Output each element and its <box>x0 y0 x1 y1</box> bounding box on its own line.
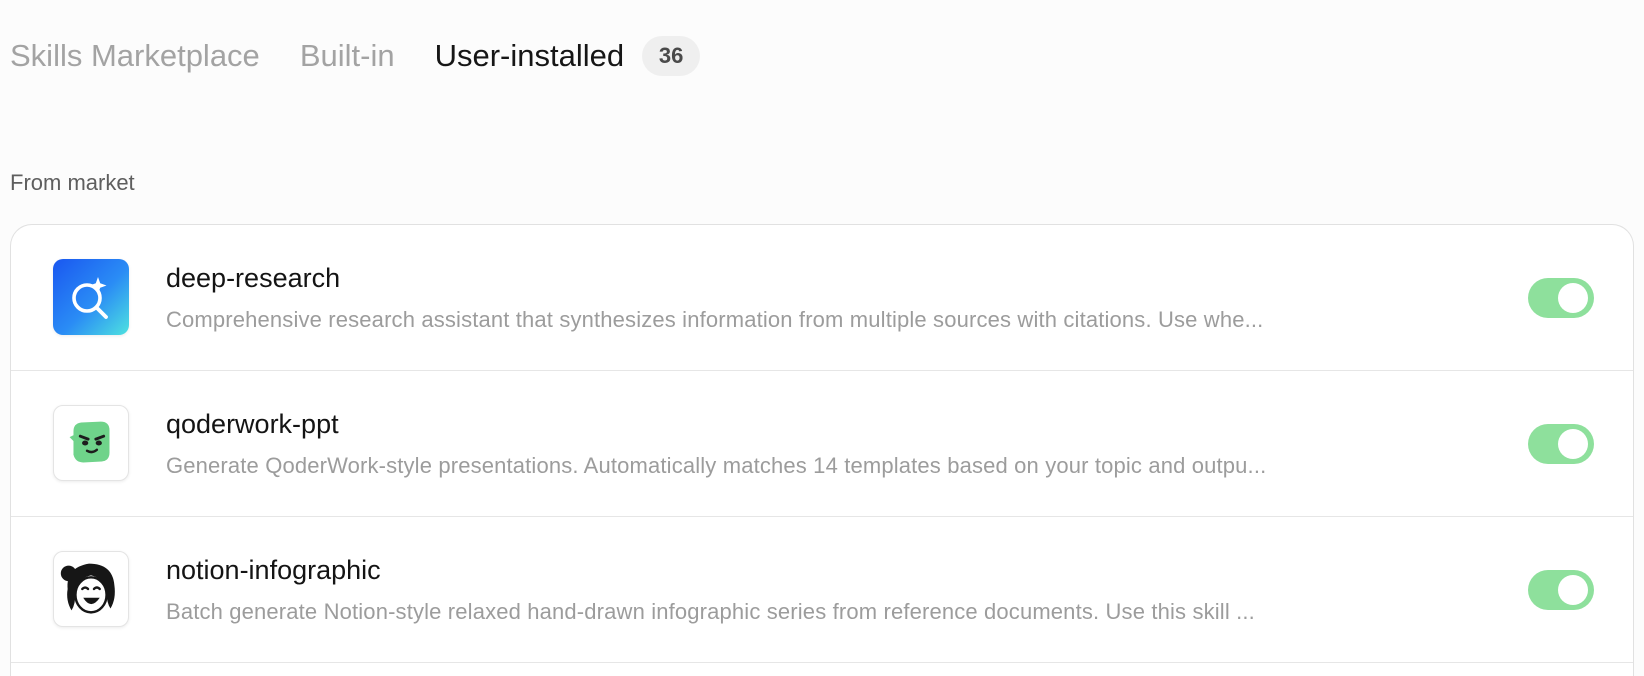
skill-enable-toggle[interactable] <box>1528 278 1594 318</box>
skills-list: deep-research Comprehensive research ass… <box>10 224 1634 676</box>
section-label-from-market: From market <box>10 170 135 195</box>
skill-description: Batch generate Notion-style relaxed hand… <box>166 599 1255 624</box>
user-installed-count-badge: 36 <box>642 36 701 76</box>
toggle-knob <box>1558 283 1588 313</box>
skill-description: Generate QoderWork-style presentations. … <box>166 453 1267 478</box>
toggle-knob <box>1558 575 1588 605</box>
toggle-knob <box>1558 429 1588 459</box>
skill-name: qoderwork-ppt <box>166 409 339 439</box>
skill-description: Comprehensive research assistant that sy… <box>166 307 1264 332</box>
tab-user-installed[interactable]: User-installed <box>435 34 625 78</box>
list-item: notion-infographic Batch generate Notion… <box>11 517 1633 663</box>
green-mascot-icon <box>53 405 129 481</box>
tab-built-in[interactable]: Built-in <box>300 34 395 78</box>
skill-enable-toggle[interactable] <box>1528 424 1594 464</box>
skill-name: deep-research <box>166 263 341 293</box>
tab-skills-marketplace[interactable]: Skills Marketplace <box>10 34 260 78</box>
skills-page: Skills Marketplace Built-in User-install… <box>0 0 1644 676</box>
skill-enable-toggle[interactable] <box>1528 570 1594 610</box>
list-item: deep-research Comprehensive research ass… <box>11 225 1633 371</box>
skill-name: notion-infographic <box>166 555 381 585</box>
tab-bar: Skills Marketplace Built-in User-install… <box>10 34 701 78</box>
list-item: qoderwork-ppt Generate QoderWork-style p… <box>11 371 1633 517</box>
search-sparkle-icon <box>53 259 129 335</box>
cartoon-face-icon <box>53 551 129 627</box>
